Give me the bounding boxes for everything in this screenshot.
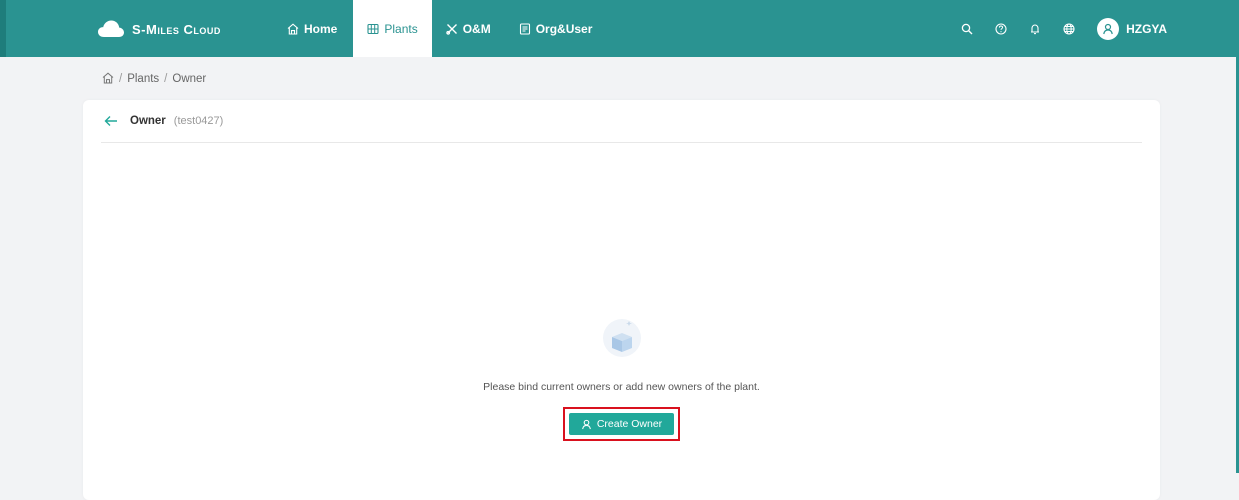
tools-icon (446, 23, 457, 35)
breadcrumb-separator: / (164, 73, 168, 85)
username: HZGYA (1126, 21, 1167, 36)
breadcrumb-current: Owner (172, 73, 207, 85)
user-icon (1103, 23, 1113, 34)
arrow-left-icon (104, 116, 117, 126)
help-button[interactable] (993, 21, 1009, 37)
card-header: Owner (test0427) (101, 100, 1142, 143)
back-button[interactable] (104, 115, 118, 127)
owner-card: Owner (test0427) Please bind current own… (83, 100, 1160, 500)
search-button[interactable] (959, 21, 975, 37)
main-nav: Home Plants O&M Org&User (273, 0, 606, 57)
brand-name: S-Miles Cloud (132, 21, 221, 37)
nav-item-home[interactable]: Home (273, 0, 351, 57)
breadcrumb-separator: / (119, 73, 123, 85)
document-icon (519, 22, 530, 35)
nav-item-label: O&M (462, 21, 491, 36)
empty-box-icon (602, 319, 641, 357)
grid-icon (367, 23, 379, 34)
language-button[interactable] (1061, 21, 1077, 37)
empty-message: Please bind current owners or add new ow… (483, 381, 760, 393)
home-icon (287, 22, 299, 35)
nav-item-plants[interactable]: Plants (353, 0, 432, 57)
avatar (1097, 17, 1120, 40)
globe-icon (1063, 22, 1075, 35)
help-icon (995, 22, 1007, 35)
header-toolbar: HZGYA (959, 0, 1167, 57)
nav-item-label: Plants (384, 21, 418, 36)
nav-item-label: Org&User (535, 21, 593, 36)
page-title: Owner (130, 115, 166, 127)
home-icon (102, 72, 114, 83)
search-icon (961, 23, 973, 34)
breadcrumb: / Plants / Owner (102, 72, 206, 86)
notifications-button[interactable] (1027, 21, 1043, 37)
breadcrumb-home[interactable] (102, 72, 114, 87)
empty-state: Please bind current owners or add new ow… (83, 315, 1160, 441)
create-owner-button[interactable]: Create Owner (568, 413, 675, 435)
create-owner-label: Create Owner (596, 418, 663, 430)
breadcrumb-plants[interactable]: Plants (127, 73, 159, 85)
user-menu[interactable]: HZGYA (1097, 17, 1167, 40)
highlight-box: Create Owner (562, 407, 681, 441)
brand-logo[interactable]: S-Miles Cloud (98, 16, 221, 42)
plant-code: (test0427) (173, 115, 224, 127)
top-navigation-bar: S-Miles Cloud Home Plants O&M Org&User H… (0, 0, 1239, 57)
nav-item-om[interactable]: O&M (432, 0, 505, 57)
nav-item-org-user[interactable]: Org&User (505, 0, 607, 57)
nav-item-label: Home (304, 21, 338, 36)
bell-icon (1031, 23, 1040, 34)
user-icon (581, 419, 591, 429)
cloud-logo-icon (98, 20, 124, 37)
